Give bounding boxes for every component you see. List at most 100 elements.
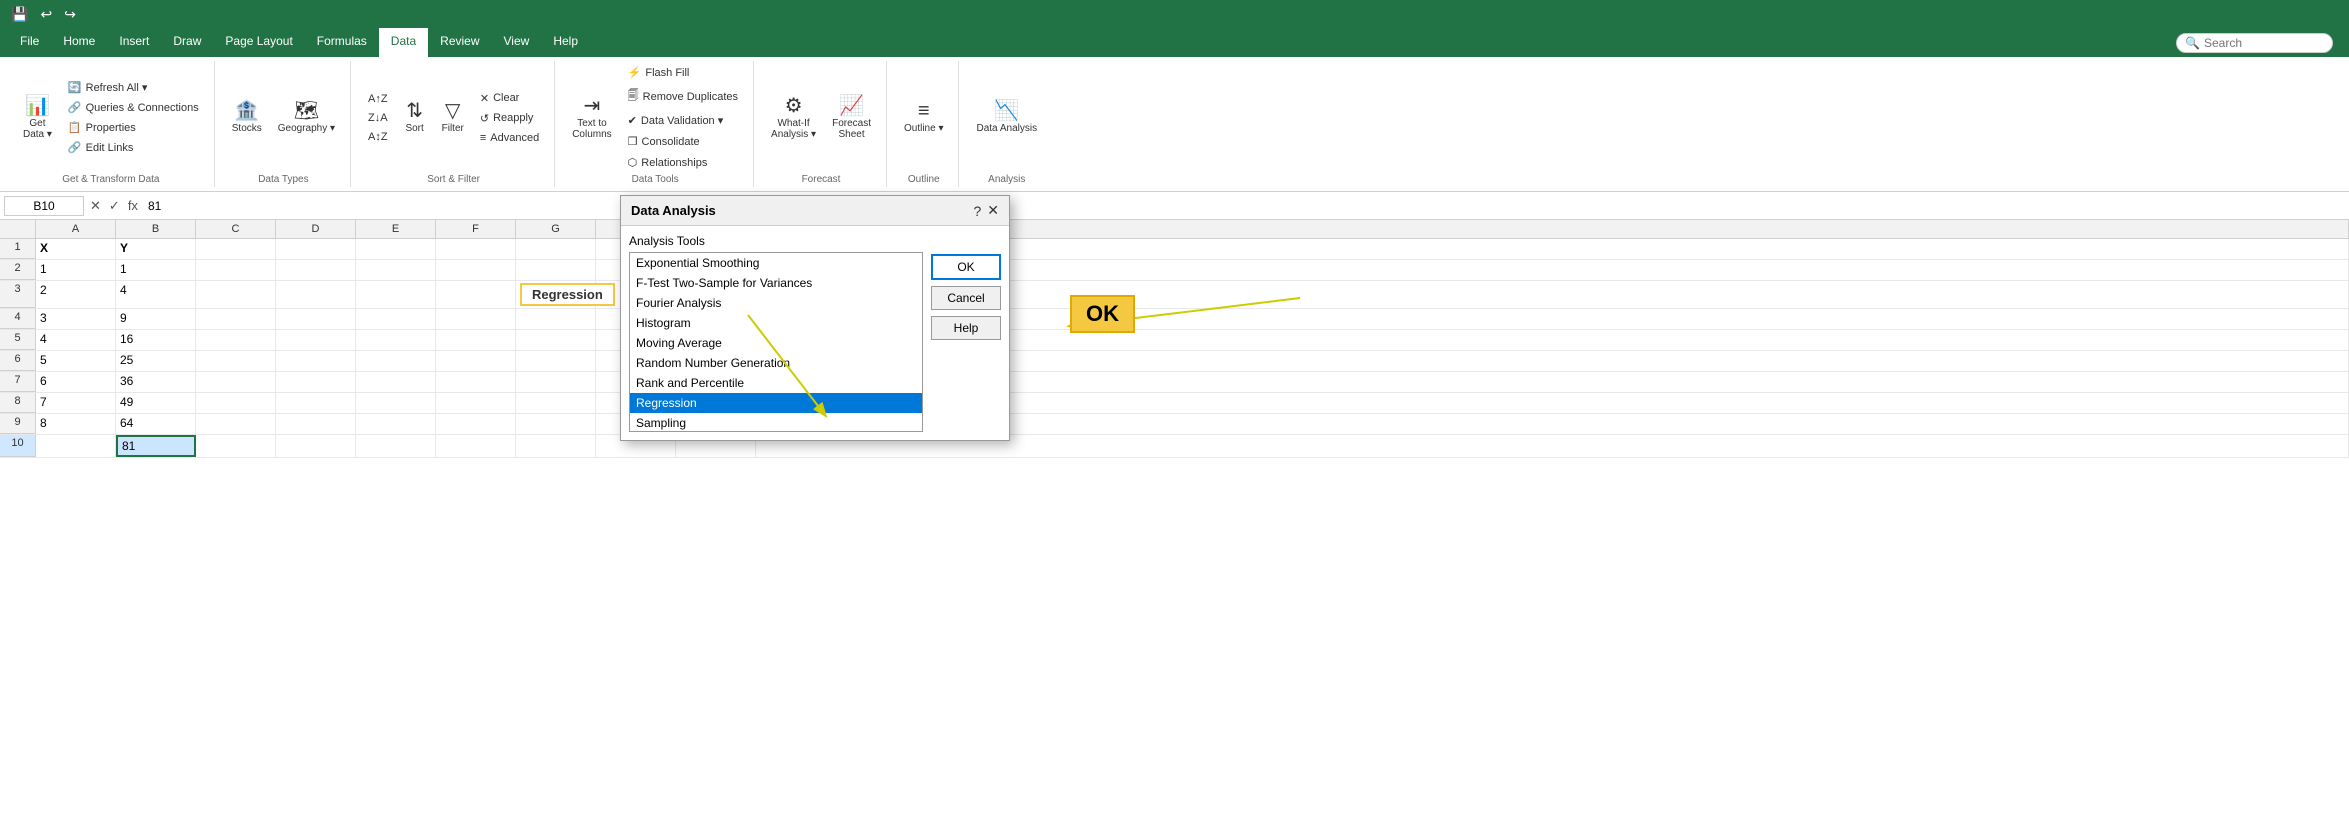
- cell-b9[interactable]: 64: [116, 414, 196, 434]
- cell-f7[interactable]: [436, 372, 516, 392]
- cell-a7[interactable]: 6: [36, 372, 116, 392]
- cell-b5[interactable]: 16: [116, 330, 196, 350]
- list-item[interactable]: Moving Average: [630, 333, 922, 353]
- dialog-close-button[interactable]: ✕: [987, 202, 999, 219]
- redo-qat-btn[interactable]: ↪: [61, 4, 79, 25]
- cell-d3[interactable]: [276, 281, 356, 308]
- tab-formulas[interactable]: Formulas: [305, 28, 379, 57]
- cell-c10[interactable]: [196, 435, 276, 457]
- cell-e3[interactable]: [356, 281, 436, 308]
- cell-f4[interactable]: [436, 309, 516, 329]
- cell-f3[interactable]: [436, 281, 516, 308]
- cell-d2[interactable]: [276, 260, 356, 280]
- cell-e10[interactable]: [356, 435, 436, 457]
- sort-custom-button[interactable]: A↕Z: [361, 128, 395, 146]
- cell-f9[interactable]: [436, 414, 516, 434]
- cell-c8[interactable]: [196, 393, 276, 413]
- cell-b2[interactable]: 1: [116, 260, 196, 280]
- cell-e1[interactable]: [356, 239, 436, 259]
- clear-button[interactable]: ✕ Clear: [473, 89, 546, 108]
- cell-e4[interactable]: [356, 309, 436, 329]
- data-analysis-button[interactable]: 📉 Data Analysis: [969, 98, 1044, 137]
- name-box[interactable]: [4, 196, 84, 216]
- cell-e7[interactable]: [356, 372, 436, 392]
- advanced-button[interactable]: ≡ Advanced: [473, 129, 546, 147]
- get-data-button[interactable]: 📊 GetData ▾: [16, 93, 59, 143]
- cell-d4[interactable]: [276, 309, 356, 329]
- cell-e6[interactable]: [356, 351, 436, 371]
- flash-fill-button[interactable]: ⚡ Flash Fill: [621, 63, 745, 82]
- cell-f6[interactable]: [436, 351, 516, 371]
- cell-a5[interactable]: 4: [36, 330, 116, 350]
- cell-e5[interactable]: [356, 330, 436, 350]
- cell-b7[interactable]: 36: [116, 372, 196, 392]
- relationships-button[interactable]: ⬡ Relationships: [621, 153, 745, 172]
- dialog-cancel-button[interactable]: Cancel: [931, 286, 1001, 310]
- cell-d10[interactable]: [276, 435, 356, 457]
- tab-home[interactable]: Home: [51, 28, 107, 57]
- cell-d8[interactable]: [276, 393, 356, 413]
- search-input[interactable]: [2204, 36, 2324, 50]
- cell-f8[interactable]: [436, 393, 516, 413]
- cell-g1[interactable]: [516, 239, 596, 259]
- tab-file[interactable]: File: [8, 28, 51, 57]
- cell-c7[interactable]: [196, 372, 276, 392]
- cell-e2[interactable]: [356, 260, 436, 280]
- cell-d7[interactable]: [276, 372, 356, 392]
- save-qat-btn[interactable]: 💾: [8, 4, 31, 25]
- list-item[interactable]: Rank and Percentile: [630, 373, 922, 393]
- filter-button[interactable]: ▽ Filter: [435, 98, 471, 137]
- confirm-formula-icon[interactable]: ✓: [107, 196, 122, 216]
- queries-connections-button[interactable]: 🔗 Queries & Connections: [61, 98, 206, 117]
- analysis-tools-list[interactable]: Exponential Smoothing F-Test Two-Sample …: [629, 252, 923, 432]
- cell-c3[interactable]: [196, 281, 276, 308]
- cell-b3[interactable]: 4: [116, 281, 196, 308]
- stocks-button[interactable]: 🏦 Stocks: [225, 98, 269, 137]
- cell-g2[interactable]: [516, 260, 596, 280]
- cell-a1[interactable]: X: [36, 239, 116, 259]
- list-item[interactable]: Sampling: [630, 413, 922, 432]
- list-item[interactable]: Fourier Analysis: [630, 293, 922, 313]
- cell-a10[interactable]: [36, 435, 116, 457]
- dialog-help-icon[interactable]: ?: [973, 203, 981, 219]
- tab-help[interactable]: Help: [541, 28, 590, 57]
- cell-g9[interactable]: [516, 414, 596, 434]
- cell-e8[interactable]: [356, 393, 436, 413]
- dialog-help-button[interactable]: Help: [931, 316, 1001, 340]
- cell-a6[interactable]: 5: [36, 351, 116, 371]
- cell-c9[interactable]: [196, 414, 276, 434]
- consolidate-button[interactable]: ❒ Consolidate: [621, 132, 745, 151]
- cell-g6[interactable]: [516, 351, 596, 371]
- tab-page-layout[interactable]: Page Layout: [213, 28, 304, 57]
- what-if-analysis-button[interactable]: ⚙ What-IfAnalysis ▾: [764, 93, 823, 143]
- sort-az-button[interactable]: A↑Z: [361, 90, 395, 108]
- tab-data[interactable]: Data: [379, 28, 428, 57]
- cell-b8[interactable]: 49: [116, 393, 196, 413]
- cell-a8[interactable]: 7: [36, 393, 116, 413]
- cell-g8[interactable]: [516, 393, 596, 413]
- cell-a2[interactable]: 1: [36, 260, 116, 280]
- cell-a9[interactable]: 8: [36, 414, 116, 434]
- cell-d5[interactable]: [276, 330, 356, 350]
- cell-a3[interactable]: 2: [36, 281, 116, 308]
- data-analysis-dialog[interactable]: Data Analysis ? ✕ Analysis Tools Exponen…: [620, 195, 1010, 441]
- cell-c5[interactable]: [196, 330, 276, 350]
- search-box[interactable]: 🔍: [2176, 33, 2333, 53]
- tab-draw[interactable]: Draw: [161, 28, 213, 57]
- sort-za-button[interactable]: Z↓A: [361, 109, 395, 127]
- list-item-regression[interactable]: Regression: [630, 393, 922, 413]
- cell-c6[interactable]: [196, 351, 276, 371]
- refresh-all-button[interactable]: 🔄 Refresh All ▾: [61, 78, 206, 97]
- list-item[interactable]: F-Test Two-Sample for Variances: [630, 273, 922, 293]
- cell-f10[interactable]: [436, 435, 516, 457]
- cell-b10[interactable]: 81: [116, 435, 196, 457]
- sort-button[interactable]: ⇅ Sort: [397, 98, 433, 137]
- reapply-button[interactable]: ↺ Reapply: [473, 109, 546, 128]
- cell-b1[interactable]: Y: [116, 239, 196, 259]
- insert-function-icon[interactable]: fx: [126, 196, 140, 216]
- cell-c2[interactable]: [196, 260, 276, 280]
- tab-view[interactable]: View: [492, 28, 542, 57]
- cell-g5[interactable]: [516, 330, 596, 350]
- cell-g4[interactable]: [516, 309, 596, 329]
- formula-input[interactable]: [144, 197, 2345, 215]
